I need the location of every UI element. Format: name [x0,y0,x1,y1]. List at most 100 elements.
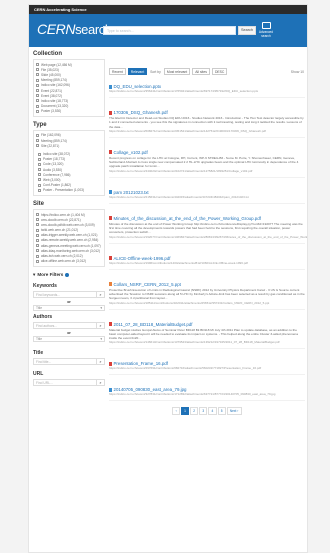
search-result: pam 20121023.txt https://indico.cern.ch/e… [109,190,305,204]
page-button[interactable]: 2 [190,407,199,416]
result-url[interactable]: https://indico.cern.ch/event/356441/cont… [109,89,305,93]
top-bar-title[interactable]: CERN Accelerating Science [34,7,87,12]
keyword-select[interactable]: Title ▾ [33,304,105,311]
search-result: Collars_NSRF_CERN_2012_5.ppt Protective B… [109,282,305,310]
result-url[interactable]: https://indico.cern.ch/event/327831/cont… [109,392,305,396]
file-pdf-icon [109,361,112,366]
or-label: or [67,330,71,335]
result-title-link[interactable]: Minutes_of_the_discussion_at_the_end_of_… [109,216,305,221]
keyword-input[interactable]: Find keywords... [33,290,97,298]
result-title-link[interactable]: Collage_v102.pdf [109,150,305,155]
result-snippet: Recent progress on collage for the LHC a… [109,155,299,169]
search-button[interactable]: Search [238,26,256,35]
result-url[interactable]: https://indico.cern.ch/event/444024/cont… [109,169,305,173]
site-checkbox[interactable]: atlas-remote-weekly.web.cern.ch (2,954) [36,238,102,243]
page-button[interactable]: 4 [208,407,217,416]
checkbox-label: Conference (7,986) [43,172,71,177]
next-page-button[interactable]: Next › [226,407,242,416]
title-search-icon[interactable]: ⌕ [97,357,105,365]
checkbox-label: https://indico.cern.ch (1,404 M) [41,212,85,217]
result-url[interactable]: https://indico.cern.ch/event/146613/cont… [109,340,305,344]
checkbox-label: File (162,096) [41,133,61,138]
keyword-select-value: Title [36,306,43,311]
checkbox-icon [38,168,41,172]
page-button[interactable]: 1 [180,407,190,416]
checkbox-icon [36,228,39,232]
site-checkbox[interactable]: alice-offline.web.cern.ch (3,012) [36,259,102,264]
title-field-row: Find title... ⌕ [33,357,105,365]
result-url[interactable]: https://indico.cern.ch/event/1996/contri… [109,261,305,265]
author-select-value: Title [36,337,43,342]
type-facet: Type File (162,096) Meeting (859,174) Site… [33,122,105,196]
checkbox-icon [36,133,39,137]
author-select[interactable]: Title ▾ [33,335,105,342]
site-heading: Site [33,200,45,207]
sort-label: Sort by [150,69,161,74]
page-button[interactable]: 3 [199,407,208,416]
checkbox-icon [36,78,39,82]
checkbox-label: atlas-trigger-weekly.web.cern.ch (1,021) [41,233,98,238]
result-snippet: Material budget studies Gonçal Aleixo of… [109,327,298,341]
title-input[interactable]: Find title... [33,357,97,365]
checkbox-label: Poster - Presentation (1,003) [43,188,84,193]
most-relevant-dropdown[interactable]: Most relevant [163,67,191,76]
checkbox-icon [36,223,39,227]
checkbox-label: Site (22,871) [41,143,60,148]
sites-dropdown[interactable]: All sites [192,67,210,76]
more-filters-toggle[interactable]: ▾ More Filters [33,272,105,278]
search-result: Minutes_of_the_discussion_at_the_end_of_… [109,216,307,244]
result-title-link[interactable]: Collars_NSRF_CERN_2012_5.ppt [109,282,305,287]
checkbox-label: atlas-tdaq-monitoring.web.cern.ch (3,012… [41,248,100,253]
result-url[interactable]: https://indico.cern.ch/event/215631/cont… [109,195,305,199]
more-filters-chevron-icon: ▾ [33,271,36,277]
checkbox-label: cms-docdb-pdfdb.web.cern.ch (3,009) [41,222,95,227]
show-count-dropdown[interactable]: Show 10 [290,70,305,74]
checkbox-icon [36,109,39,113]
checkbox-icon [36,68,39,72]
recent-button[interactable]: Recent [109,67,126,76]
cern-search-logo[interactable]: CERNsearch [37,18,112,41]
result-title: Collage_v102.pdf [113,149,148,155]
info-icon [65,272,70,277]
site-checkbox[interactable]: atlas-tdaq-monitoring.web.cern.ch (3,012… [36,248,102,253]
order-dropdown[interactable]: DESC [211,67,228,76]
chevron-down-icon: ▾ [100,337,102,342]
page: CERN Accelerating Science CERNsearch Typ… [28,4,308,553]
url-input[interactable]: Find URL... [33,378,97,386]
checkbox-icon [38,152,41,156]
author-input[interactable]: Find authors... [33,321,97,329]
url-search-icon[interactable]: ⌕ [97,378,105,386]
checkbox-icon [38,188,41,192]
prev-page-button[interactable]: ‹ [172,407,180,416]
author-search-icon[interactable]: ⌕ [97,321,105,329]
collection-facet: Collection Web page (12,456 M) File (35,0… [33,51,105,117]
page-button[interactable]: 5 [217,407,226,416]
site-checkbox[interactable]: atlas-geneva-meeting.web.cern.ch (1,097) [36,243,102,248]
sidebar: Collection Web page (12,456 M) File (35,0… [33,47,105,552]
checkbox-icon [38,183,41,187]
site-checkbox[interactable]: cms-docdb-pdfdb.web.cern.ch (3,009) [36,222,102,227]
site-checkbox[interactable]: atlas-trigger-weekly.web.cern.ch (1,021) [36,233,102,238]
result-snippet: Protective Brush Execution of Limits in … [109,287,305,301]
search-result: 2011_07_28_BD118_MaterialBudget.pdf Mater… [109,322,305,350]
advanced-search-link[interactable]: Advanced search [258,22,274,38]
advanced-search-label: Advanced search [258,30,274,38]
result-title-link[interactable]: 170306_DSQ_Ghanesh.pdf [109,110,305,115]
checkbox-icon [36,213,39,217]
collection-checkbox[interactable]: Poster (3,530) [36,109,102,114]
checkbox-icon [36,89,39,93]
checkbox-icon [36,94,39,98]
result-url[interactable]: https://indico.cern.ch/event/608271/cont… [109,129,305,133]
checkbox-label: Indico site (18,773) [41,98,69,103]
result-url[interactable]: https://indico.cern.ch/event/297691/cont… [109,366,305,370]
result-url[interactable]: https://indico.cern.ch/event/185111/cont… [109,301,305,305]
result-url[interactable]: https://indico.cern.ch/event/192077/cont… [109,235,307,239]
checkbox-icon [36,144,39,148]
result-title-link[interactable]: 2011_07_28_BD118_MaterialBudget.pdf [109,322,305,327]
checkbox-label: Poster (18,773) [43,157,65,162]
type-sub-checkbox[interactable]: Poster - Presentation (1,003) [38,188,102,193]
search-input[interactable]: Type to search... [103,26,236,35]
relevant-button[interactable]: Relevant [127,67,148,76]
keyword-search-icon[interactable]: ⌕ [97,290,105,298]
result-title: Minutes_of_the_discussion_at_the_end_of_… [113,215,261,221]
